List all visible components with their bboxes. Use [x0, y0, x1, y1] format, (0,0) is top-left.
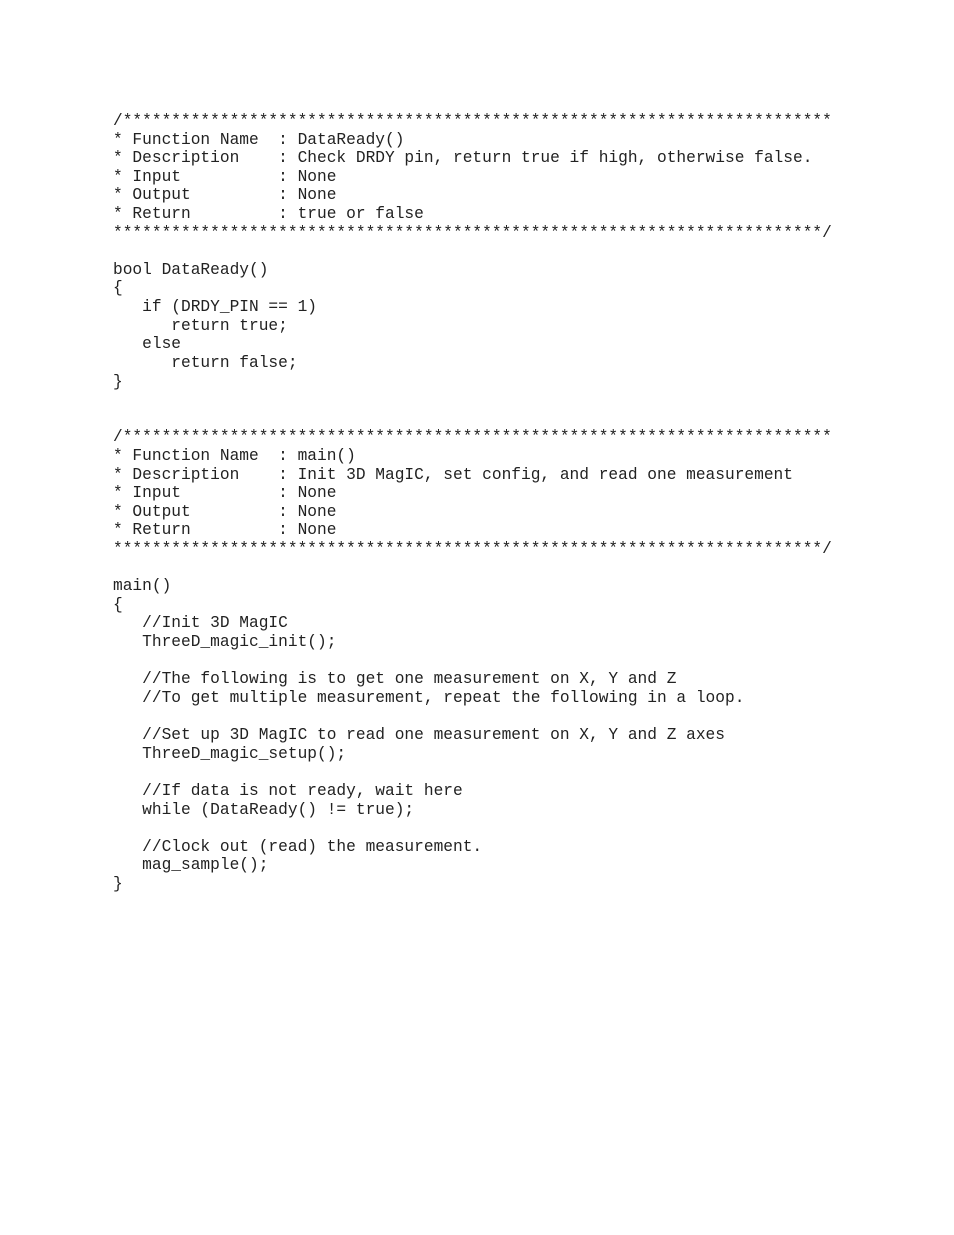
- comment-header-line: * Function Name : main(): [113, 446, 356, 465]
- comment-header-line: * Description : Check DRDY pin, return t…: [113, 149, 813, 168]
- code-comment-line: //To get multiple measurement, repeat th…: [113, 688, 745, 707]
- code-line: ThreeD_magic_init();: [113, 633, 337, 652]
- comment-header-line: * Output : None: [113, 186, 337, 205]
- comment-header-line: * Function Name : DataReady(): [113, 130, 405, 149]
- code-line: bool DataReady(): [113, 260, 269, 279]
- code-line: ThreeD_magic_setup();: [113, 744, 347, 763]
- comment-header-line: ****************************************…: [113, 540, 832, 559]
- code-line: main(): [113, 577, 172, 596]
- dataready-header: /***************************************…: [113, 112, 913, 242]
- code-line: }: [113, 874, 123, 893]
- blank-3: [113, 559, 913, 578]
- comment-header-line: /***************************************…: [113, 428, 832, 447]
- dataready-function: bool DataReady(){ if (DRDY_PIN == 1) ret…: [113, 261, 913, 391]
- code-line: return true;: [113, 316, 288, 335]
- main-function: main(){ //Init 3D MagIC ThreeD_magic_ini…: [113, 577, 913, 893]
- code-comment-line: //Init 3D MagIC: [113, 614, 288, 633]
- code-line: {: [113, 279, 123, 298]
- comment-header-line: /***************************************…: [113, 112, 832, 130]
- comment-header-line: ****************************************…: [113, 223, 832, 242]
- comment-header-line: * Return : true or false: [113, 205, 424, 224]
- code-line: {: [113, 595, 123, 614]
- code-comment-line: //If data is not ready, wait here: [113, 781, 463, 800]
- code-line: mag_sample();: [113, 856, 269, 875]
- code-line: while (DataReady() != true);: [113, 800, 415, 819]
- code-line: else: [113, 335, 181, 354]
- comment-header-line: * Input : None: [113, 167, 337, 186]
- code-line: return false;: [113, 353, 298, 372]
- blank-1: [113, 242, 913, 261]
- blank-2: [113, 391, 913, 428]
- comment-header-line: * Output : None: [113, 502, 337, 521]
- comment-header-line: * Input : None: [113, 484, 337, 503]
- main-header: /***************************************…: [113, 428, 913, 558]
- code-document: /***************************************…: [113, 112, 913, 894]
- code-line: if (DRDY_PIN == 1): [113, 298, 317, 317]
- comment-header-line: * Return : None: [113, 521, 337, 540]
- code-comment-line: //Set up 3D MagIC to read one measuremen…: [113, 726, 725, 745]
- comment-header-line: * Description : Init 3D MagIC, set confi…: [113, 465, 793, 484]
- code-comment-line: //Clock out (read) the measurement.: [113, 837, 483, 856]
- code-comment-line: //The following is to get one measuremen…: [113, 670, 677, 689]
- code-line: }: [113, 372, 123, 391]
